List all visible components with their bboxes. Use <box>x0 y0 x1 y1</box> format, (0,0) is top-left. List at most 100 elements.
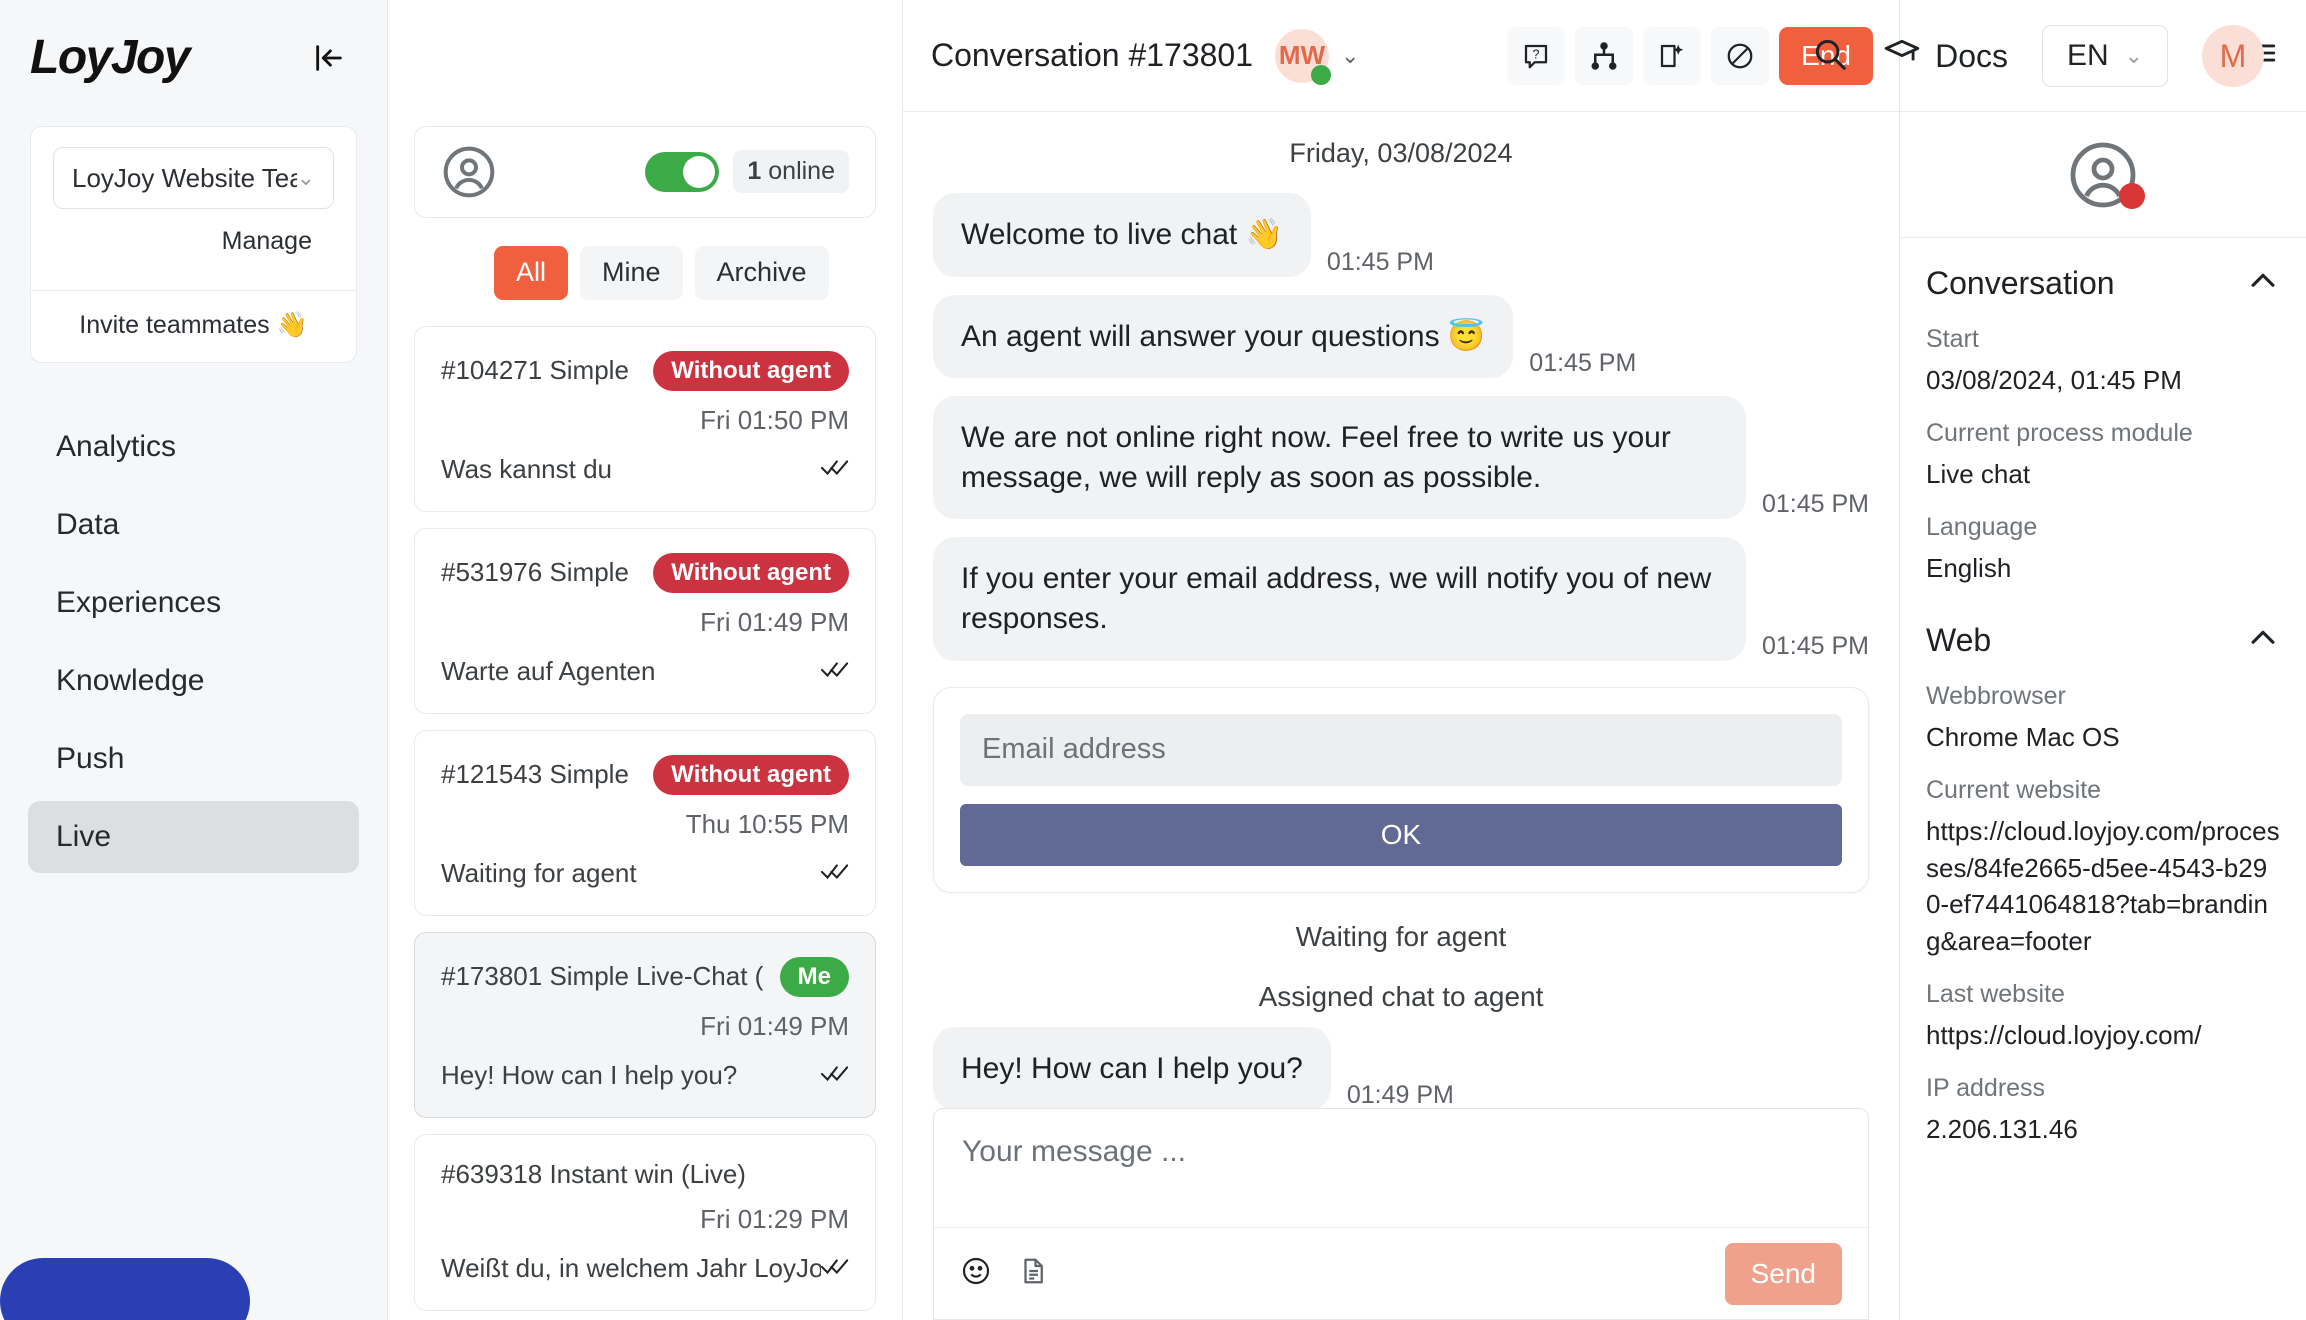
field-value-last-website: https://cloud.loyjoy.com/ <box>1926 1020 2202 1051</box>
email-input[interactable]: Email address <box>960 713 1842 786</box>
sidebar-item-data[interactable]: Data <box>28 489 359 561</box>
conversation-preview: Hey! How can I help you? <box>441 1059 738 1090</box>
avatar <box>2067 139 2145 211</box>
details-panel: Conversation Start 03/08/2024, 01:45 PM … <box>1900 0 2306 1320</box>
double-check-icon <box>820 862 849 885</box>
send-button[interactable]: Send <box>1724 1242 1842 1305</box>
message-bubble: If you enter your email address, we will… <box>933 537 1746 661</box>
invite-teammates-link[interactable]: Invite teammates 👋 <box>31 291 356 362</box>
emoji-smiley-icon[interactable] <box>960 1255 992 1292</box>
message-row: Welcome to live chat 👋 01:45 PM <box>933 193 1869 277</box>
status-badge: Without agent <box>653 754 849 795</box>
manage-link[interactable]: Manage <box>53 209 334 276</box>
user-avatar[interactable]: M <box>2202 25 2264 87</box>
section-title: Conversation <box>1926 265 2115 301</box>
team-card: LoyJoy Website Tea ⌄ Manage Invite teamm… <box>30 126 357 363</box>
status-badge: Without agent <box>653 552 849 593</box>
document-template-icon[interactable] <box>1018 1256 1048 1291</box>
conversation-time: Thu 10:55 PM <box>685 808 849 839</box>
sidebar-item-live[interactable]: Live <box>28 801 359 873</box>
section-header-conversation[interactable]: Conversation <box>1926 264 2280 303</box>
conversation-title: #104271 Simple Liv... <box>441 355 637 386</box>
conversation-list-item-selected[interactable]: #173801 Simple Live-Chat (Live) Me Fri 0… <box>414 931 876 1118</box>
online-toggle[interactable] <box>645 151 720 192</box>
status-badge: Without agent <box>653 350 849 391</box>
user-circle-icon <box>441 144 497 200</box>
chevron-down-icon: ⌄ <box>296 165 315 190</box>
agent-online-card: 1 online <box>414 126 876 218</box>
filter-all[interactable]: All <box>494 245 569 300</box>
help-tooltip-icon[interactable]: ? <box>1507 26 1566 85</box>
nav-label: Push <box>56 742 125 775</box>
chat-panel: Conversation #173801 MW ⌄ ? End Friday, … <box>902 0 1900 1320</box>
email-capture-card: Email address OK <box>933 686 1869 893</box>
chat-widget-launcher[interactable] <box>0 1258 250 1320</box>
online-label: online <box>768 157 835 186</box>
conversation-preview: Waiting for agent <box>441 857 637 888</box>
message-time: 01:49 PM <box>1346 1081 1454 1110</box>
conversation-list-item[interactable]: #639318 Instant win (Live) Fri 01:29 PM … <box>414 1133 876 1311</box>
message-input[interactable]: Your message ... <box>934 1109 1868 1227</box>
message-bubble: Hey! How can I help you? <box>933 1026 1331 1111</box>
conversation-preview: Weißt du, in welchem Jahr LoyJo... <box>441 1252 821 1283</box>
left-sidebar: LoyJoy LoyJoy Website Tea ⌄ Manage Invit… <box>0 0 388 1320</box>
conversation-items: #104271 Simple Liv... Without agent Fri … <box>414 325 876 1320</box>
chat-header: Conversation #173801 MW ⌄ ? End <box>903 0 1899 112</box>
section-title: Web <box>1926 621 1992 658</box>
team-select-value: LoyJoy Website Tea <box>72 162 297 193</box>
process-flow-icon[interactable] <box>1575 26 1634 85</box>
chat-messages: Friday, 03/08/2024 Welcome to live chat … <box>903 112 1899 1320</box>
conversation-title: #639318 Instant win (Live) <box>441 1158 746 1189</box>
nav-label: Analytics <box>56 430 177 463</box>
conversation-time: Fri 01:49 PM <box>700 606 849 637</box>
sidebar-header: LoyJoy <box>0 0 387 82</box>
sidebar-item-analytics[interactable]: Analytics <box>28 411 359 483</box>
sidebar-item-knowledge[interactable]: Knowledge <box>28 645 359 717</box>
field-value-current-website: https://cloud.loyjoy.com/processes/84fe2… <box>1926 815 2280 957</box>
message-composer: Your message ... Send <box>933 1108 1869 1320</box>
online-status: 1 online <box>645 150 849 194</box>
conversation-list-panel: 1 online All Mine Archive #104271 Simple… <box>388 0 902 1320</box>
field-label-start: Start <box>1926 325 1979 353</box>
chevron-up-icon <box>2246 264 2280 303</box>
message-time: 01:45 PM <box>1761 490 1869 519</box>
conversation-list-item[interactable]: #104271 Simple Liv... Without agent Fri … <box>414 325 876 512</box>
system-note: Assigned chat to agent <box>1258 980 1544 1012</box>
message-row: We are not online right now. Feel free t… <box>933 396 1869 520</box>
app-root: LoyJoy LoyJoy Website Tea ⌄ Manage Invit… <box>0 0 2306 1320</box>
nav-label: Experiences <box>56 586 222 619</box>
conversation-title: #173801 Simple Live-Chat (Live) <box>441 961 764 992</box>
conversation-title: #531976 Simple Liv... <box>441 557 637 588</box>
sidebar-item-push[interactable]: Push <box>28 723 359 795</box>
message-time: 01:45 PM <box>1761 631 1869 660</box>
field-label-last-website: Last website <box>1926 980 2065 1009</box>
conversation-list-item[interactable]: #121543 Simple Liv... Without agent Thu … <box>414 729 876 916</box>
main-nav: Analytics Data Experiences Knowledge Pus… <box>0 411 387 873</box>
language-select[interactable]: EN ⌄ <box>2042 25 2168 87</box>
composer-icons <box>960 1255 1048 1292</box>
team-select[interactable]: LoyJoy Website Tea ⌄ <box>53 147 334 209</box>
message-bubble: Welcome to live chat 👋 <box>933 193 1311 277</box>
visitor-avatar-box <box>1900 112 2306 238</box>
double-check-icon <box>820 1064 849 1087</box>
email-ok-button[interactable]: OK <box>960 803 1842 866</box>
block-icon[interactable] <box>1711 26 1770 85</box>
section-header-web[interactable]: Web <box>1926 621 2280 660</box>
field-label-webbrowser: Webbrowser <box>1926 681 2066 710</box>
filter-mine[interactable]: Mine <box>580 245 683 300</box>
ai-suggest-icon[interactable] <box>1643 26 1702 85</box>
field-value-ip-address: 2.206.131.46 <box>1926 1114 2078 1145</box>
assigned-agent-avatar[interactable]: MW <box>1275 28 1332 85</box>
chevron-down-icon[interactable]: ⌄ <box>1341 43 1359 69</box>
docs-link[interactable]: Docs <box>1883 35 2008 78</box>
online-count: 1 <box>747 157 762 186</box>
search-icon[interactable] <box>1811 35 1849 78</box>
composer-toolbar: Send <box>934 1227 1868 1319</box>
field-value-start: 03/08/2024, 01:45 PM <box>1926 365 2182 395</box>
conversation-list-item[interactable]: #531976 Simple Liv... Without agent Fri … <box>414 527 876 714</box>
field-value-language: English <box>1926 552 2012 583</box>
filter-archive[interactable]: Archive <box>694 245 829 300</box>
sidebar-item-experiences[interactable]: Experiences <box>28 567 359 639</box>
collapse-sidebar-icon[interactable] <box>307 36 351 80</box>
message-time: 01:45 PM <box>1326 247 1434 276</box>
